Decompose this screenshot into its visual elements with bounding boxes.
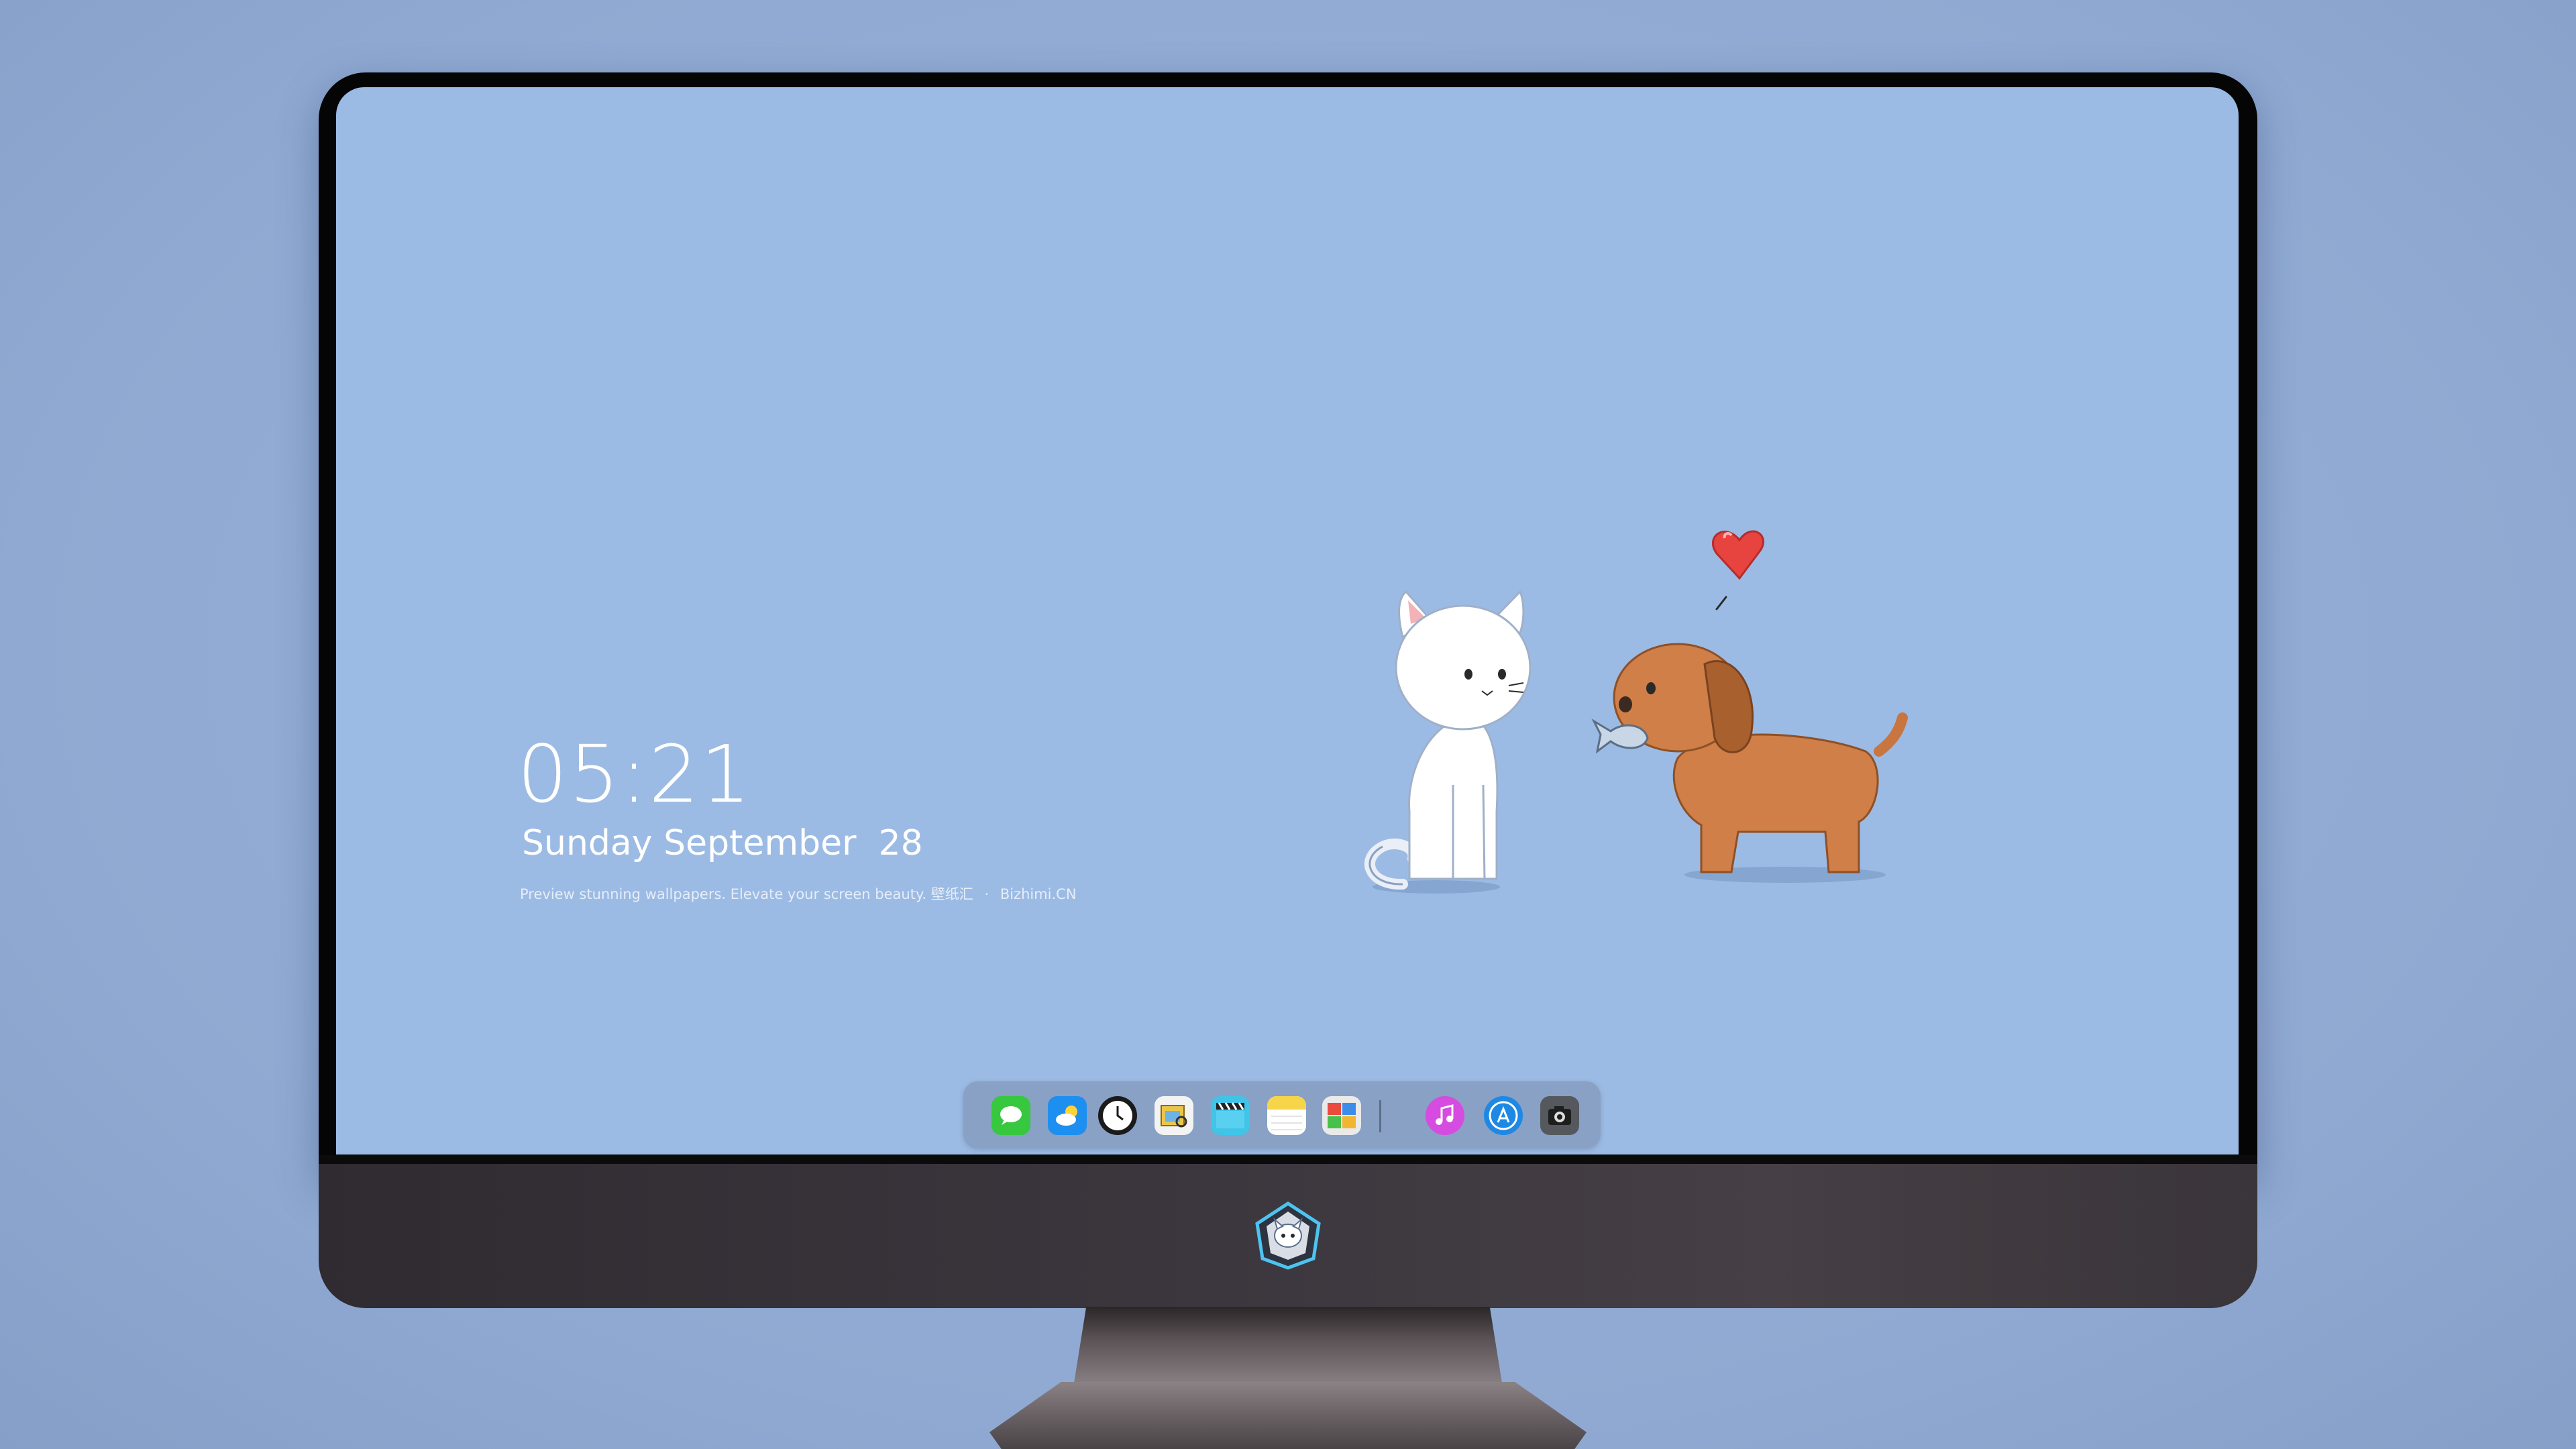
camera-icon[interactable] — [1540, 1096, 1579, 1135]
tagline-brand: 壁纸汇 — [930, 886, 973, 902]
video-clapper-icon[interactable] — [1211, 1096, 1250, 1135]
monitor-stand-base — [989, 1382, 1587, 1449]
clock-icon[interactable] — [1098, 1096, 1137, 1135]
tagline-text: Preview stunning wallpapers. Elevate you… — [520, 886, 927, 902]
photo-booth-icon[interactable] — [1322, 1096, 1361, 1135]
dog-figure — [1591, 643, 1908, 883]
lock-screen[interactable]: 05:21 Sunday September 28 Preview stunni… — [336, 87, 2239, 1155]
notes-icon[interactable] — [1267, 1096, 1306, 1135]
brand-logo-icon — [1255, 1201, 1321, 1270]
app-store-icon[interactable] — [1484, 1096, 1523, 1135]
messages-icon[interactable] — [991, 1096, 1030, 1135]
lock-screen-time: 05:21 — [517, 728, 753, 820]
monitor-stand-neck — [1073, 1307, 1503, 1387]
cat-figure — [1364, 590, 1532, 894]
lock-screen-tagline: Preview stunning wallpapers. Elevate you… — [520, 883, 1077, 904]
dock-separator — [1379, 1100, 1381, 1132]
heart-icon — [1712, 530, 1765, 610]
tagline-separator: · — [984, 886, 989, 902]
cat-and-dog-illustration — [1364, 530, 1908, 894]
lock-screen-date: Sunday September 28 — [522, 823, 923, 863]
dock — [963, 1081, 1601, 1148]
preview-icon[interactable] — [1155, 1096, 1193, 1135]
itunes-icon[interactable] — [1426, 1096, 1464, 1135]
tagline-site-link[interactable]: Bizhimi.CN — [1000, 886, 1077, 902]
weather-icon[interactable] — [1048, 1096, 1087, 1135]
